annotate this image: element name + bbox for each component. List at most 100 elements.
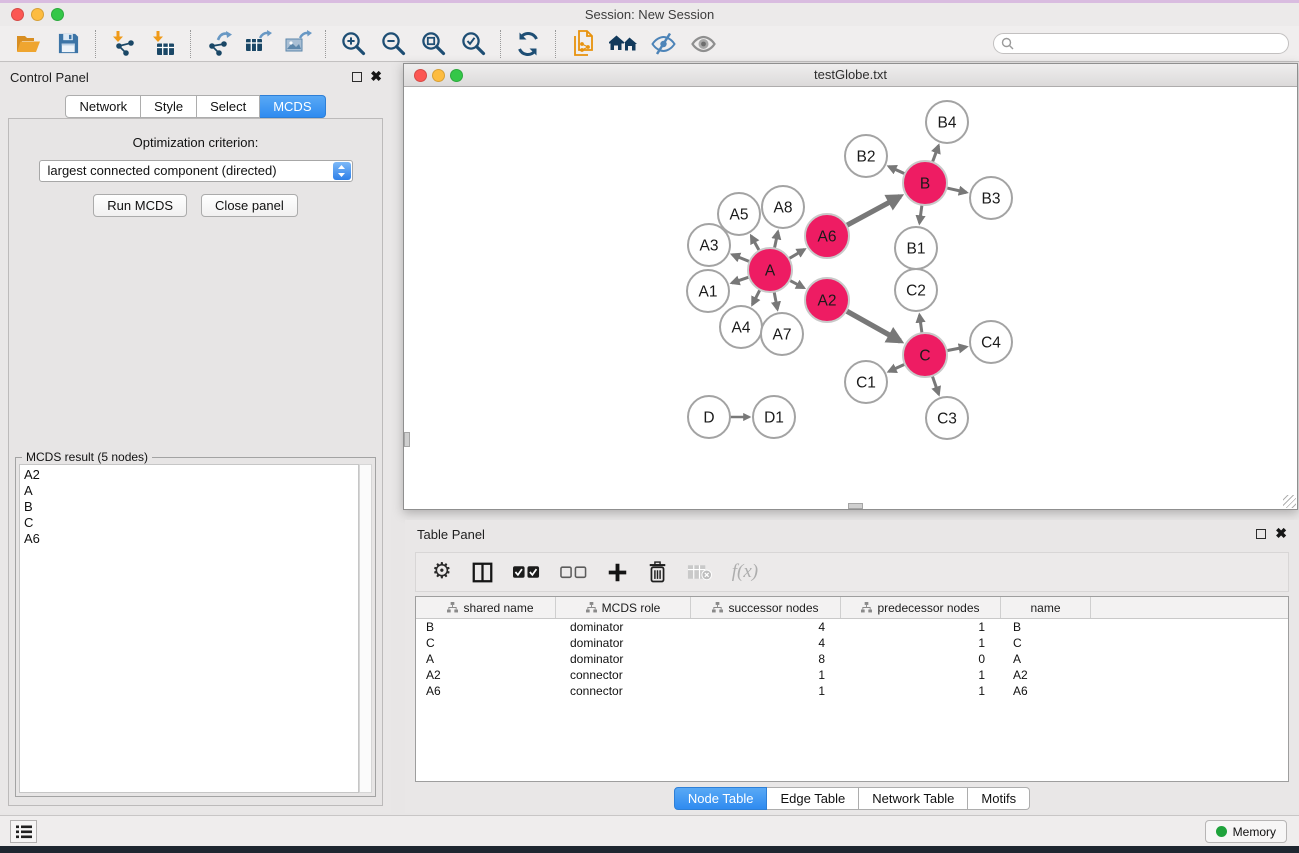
graph-edge-C-C2[interactable] bbox=[920, 315, 923, 334]
tab-network-table[interactable]: Network Table bbox=[859, 787, 968, 810]
graph-node-A2[interactable]: A2 bbox=[805, 278, 849, 322]
table-row[interactable]: A2 connector 1 1 A2 bbox=[416, 667, 1288, 683]
network-canvas[interactable]: B4B2BB3A8A5A6A3B1AC2A1A2A4A7C4CC1C3DD1 bbox=[404, 88, 1297, 509]
import-network-icon[interactable] bbox=[103, 28, 143, 60]
export-image-icon[interactable] bbox=[278, 28, 318, 60]
zoom-out-icon[interactable] bbox=[373, 28, 413, 60]
mcds-result-item[interactable]: B bbox=[24, 499, 358, 515]
graph-node-B3[interactable]: B3 bbox=[970, 177, 1012, 219]
zoom-network-button[interactable] bbox=[450, 69, 463, 82]
tab-network[interactable]: Network bbox=[65, 95, 141, 118]
graph-node-D1[interactable]: D1 bbox=[753, 396, 795, 438]
graph-edge-A2-C[interactable] bbox=[845, 310, 900, 341]
mcds-result-list[interactable]: A2 A B C A6 bbox=[19, 464, 359, 793]
search-input[interactable] bbox=[993, 33, 1289, 54]
column-header-name[interactable]: name bbox=[1001, 597, 1091, 618]
canvas-splitter-bottom[interactable] bbox=[848, 503, 863, 509]
mcds-result-item[interactable]: A bbox=[24, 483, 358, 499]
graph-edge-B-B3[interactable] bbox=[946, 188, 967, 193]
graph-edge-A-A4[interactable] bbox=[752, 289, 760, 305]
close-window-button[interactable] bbox=[11, 8, 24, 21]
graph-node-B4[interactable]: B4 bbox=[926, 101, 968, 143]
float-panel-icon[interactable] bbox=[352, 72, 362, 82]
graph-node-A7[interactable]: A7 bbox=[761, 313, 803, 355]
close-network-button[interactable] bbox=[414, 69, 427, 82]
mcds-result-item[interactable]: A6 bbox=[24, 531, 358, 547]
export-network-icon[interactable] bbox=[198, 28, 238, 60]
graph-edge-B-B2[interactable] bbox=[889, 167, 906, 175]
graph-node-B2[interactable]: B2 bbox=[845, 135, 887, 177]
hide-panel-icon[interactable] bbox=[643, 28, 683, 60]
graph-node-B1[interactable]: B1 bbox=[895, 227, 937, 269]
graph-node-A5[interactable]: A5 bbox=[718, 193, 760, 235]
graph-node-C4[interactable]: C4 bbox=[970, 321, 1012, 363]
criterion-select[interactable]: largest connected component (directed) bbox=[39, 160, 353, 182]
save-session-icon[interactable] bbox=[48, 28, 88, 60]
graph-node-A1[interactable]: A1 bbox=[687, 270, 729, 312]
delete-column-trash-icon[interactable] bbox=[648, 560, 667, 584]
mcds-result-item[interactable]: A2 bbox=[24, 467, 358, 483]
open-session-icon[interactable] bbox=[8, 28, 48, 60]
zoom-in-icon[interactable] bbox=[333, 28, 373, 60]
tab-edge-table[interactable]: Edge Table bbox=[767, 787, 859, 810]
column-header-successor-nodes[interactable]: successor nodes bbox=[691, 597, 841, 618]
table-row[interactable]: A6 connector 1 1 A6 bbox=[416, 683, 1288, 699]
graph-edge-A-A5[interactable] bbox=[751, 236, 760, 252]
float-table-panel-icon[interactable] bbox=[1256, 529, 1266, 539]
table-row[interactable]: A dominator 8 0 A bbox=[416, 651, 1288, 667]
graph-node-A8[interactable]: A8 bbox=[762, 186, 804, 228]
graph-edge-B-B4[interactable] bbox=[932, 146, 938, 164]
column-header-shared-name[interactable]: shared name bbox=[416, 597, 556, 618]
deselect-all-icon[interactable] bbox=[560, 565, 587, 579]
export-table-icon[interactable] bbox=[238, 28, 278, 60]
column-header-mcds-role[interactable]: MCDS role bbox=[556, 597, 691, 618]
canvas-splitter-left[interactable] bbox=[404, 432, 410, 447]
graph-node-A6[interactable]: A6 bbox=[805, 214, 849, 258]
tab-mcds[interactable]: MCDS bbox=[260, 95, 325, 118]
zoom-selected-icon[interactable] bbox=[453, 28, 493, 60]
graph-edge-A-A1[interactable] bbox=[732, 277, 750, 283]
close-panel-button[interactable]: Close panel bbox=[201, 194, 298, 217]
tab-node-table[interactable]: Node Table bbox=[674, 787, 768, 810]
task-history-button[interactable] bbox=[10, 820, 37, 843]
column-header-predecessor-nodes[interactable]: predecessor nodes bbox=[841, 597, 1001, 618]
table-settings-gear-icon[interactable]: ⚙ bbox=[432, 561, 452, 583]
graph-node-C2[interactable]: C2 bbox=[895, 269, 937, 311]
network-graph[interactable]: B4B2BB3A8A5A6A3B1AC2A1A2A4A7C4CC1C3DD1 bbox=[404, 88, 1297, 509]
graph-edge-A6-B[interactable] bbox=[846, 196, 901, 226]
table-row[interactable]: B dominator 4 1 B bbox=[416, 619, 1288, 635]
close-panel-icon[interactable]: ✖ bbox=[370, 68, 382, 85]
network-from-file-icon[interactable] bbox=[563, 28, 603, 60]
tab-motifs[interactable]: Motifs bbox=[968, 787, 1030, 810]
graph-node-B[interactable]: B bbox=[903, 161, 947, 205]
mcds-result-item[interactable]: C bbox=[24, 515, 358, 531]
graph-node-A[interactable]: A bbox=[748, 248, 792, 292]
result-scrollbar[interactable] bbox=[359, 464, 372, 793]
graph-node-A3[interactable]: A3 bbox=[688, 224, 730, 266]
graph-edge-A-A8[interactable] bbox=[774, 232, 778, 250]
graph-edge-C-C4[interactable] bbox=[946, 347, 967, 351]
graph-node-D[interactable]: D bbox=[688, 396, 730, 438]
table-row[interactable]: C dominator 4 1 C bbox=[416, 635, 1288, 651]
graph-node-C3[interactable]: C3 bbox=[926, 397, 968, 439]
zoom-window-button[interactable] bbox=[51, 8, 64, 21]
tab-select[interactable]: Select bbox=[197, 95, 260, 118]
refresh-icon[interactable] bbox=[508, 28, 548, 60]
add-column-icon[interactable] bbox=[607, 562, 628, 583]
minimize-window-button[interactable] bbox=[31, 8, 44, 21]
graph-edge-A-A7[interactable] bbox=[774, 291, 778, 310]
graph-edge-A-A3[interactable] bbox=[732, 255, 750, 262]
graph-node-C[interactable]: C bbox=[903, 333, 947, 377]
zoom-fit-icon[interactable] bbox=[413, 28, 453, 60]
minimize-network-button[interactable] bbox=[432, 69, 445, 82]
graph-edge-C-C3[interactable] bbox=[932, 375, 939, 394]
tab-style[interactable]: Style bbox=[141, 95, 197, 118]
birdseye-icon[interactable] bbox=[603, 28, 643, 60]
show-panel-icon[interactable] bbox=[683, 28, 723, 60]
memory-button[interactable]: Memory bbox=[1205, 820, 1287, 843]
column-selector-icon[interactable] bbox=[472, 562, 493, 583]
close-table-panel-icon[interactable]: ✖ bbox=[1275, 525, 1287, 542]
graph-edge-A-A6[interactable] bbox=[788, 249, 805, 259]
graph-node-A4[interactable]: A4 bbox=[720, 306, 762, 348]
graph-edge-B-B1[interactable] bbox=[920, 204, 923, 223]
